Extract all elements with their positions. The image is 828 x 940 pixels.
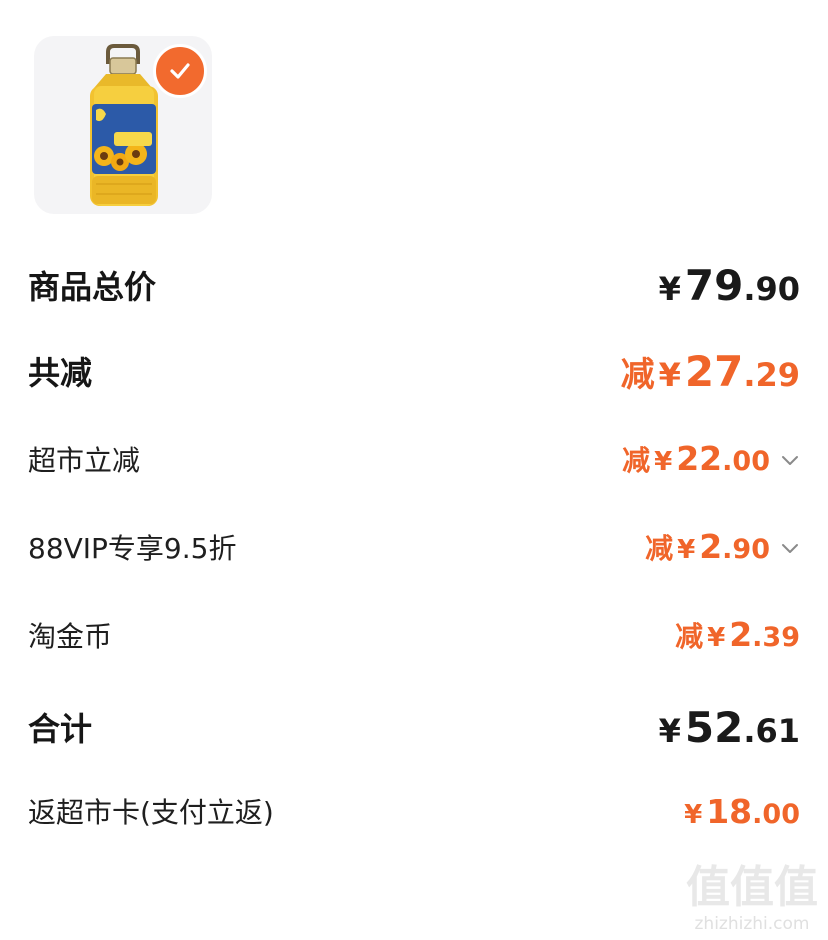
goods-total-amount: ¥ 79 .90 [659,261,800,310]
currency-symbol: ¥ [677,535,696,565]
check-icon [170,63,190,79]
row-label: 88VIP专享9.5折 [28,532,237,565]
supermarket-discount-amount: 减 ¥ 22 .00 [622,439,800,479]
discount-prefix: 减 [675,620,704,653]
currency-symbol: ¥ [658,355,681,394]
amount-integer: 2 [729,615,753,654]
currency-symbol: ¥ [684,799,703,830]
selected-check-badge[interactable] [153,44,207,98]
row-label: 返超市卡(支付立返) [28,796,274,829]
row-label: 合计 [28,710,93,748]
watermark: 值值值 zhizhizhi.com [686,862,818,935]
row-goods-total: 商品总价 ¥ 79 .90 [28,260,800,310]
amount-integer: 52 [684,702,744,752]
amount-integer: 79 [684,260,744,310]
chevron-down-icon[interactable] [780,538,800,558]
currency-symbol: ¥ [658,269,681,308]
row-label: 共减 [28,354,93,392]
row-grand-total: 合计 ¥ 52 .61 [28,700,800,754]
discount-prefix: 减 [620,354,655,395]
row-total-discount: 共减 减 ¥ 27 .29 [28,346,800,396]
amount-decimal: .61 [743,711,800,750]
row-supermarket-discount[interactable]: 超市立减 减 ¥ 22 .00 [28,436,800,482]
amount-integer: 18 [706,791,753,831]
discount-prefix: 减 [645,532,674,565]
amount-integer: 22 [676,439,723,478]
discount-prefix: 减 [622,444,651,477]
watermark-logo: 值值值 [686,862,818,913]
grand-total-amount: ¥ 52 .61 [659,703,800,752]
row-label: 商品总价 [28,268,157,306]
currency-symbol: ¥ [654,447,673,477]
chevron-down-icon[interactable] [780,450,800,470]
currency-symbol: ¥ [707,623,726,653]
row-supermarket-card-rebate: 返超市卡(支付立返) ¥ 18 .00 [28,788,800,834]
amount-integer: 2 [699,527,723,566]
amount-integer: 27 [684,346,744,396]
rebate-amount: ¥ 18 .00 [684,792,800,831]
vip-discount-amount: 减 ¥ 2 .90 [645,527,800,567]
amount-decimal: .00 [722,446,770,477]
taojinbi-discount-amount: 减 ¥ 2 .39 [675,615,800,655]
amount-decimal: .39 [752,622,800,653]
watermark-url: zhizhizhi.com [694,914,810,934]
total-discount-amount: 减 ¥ 27 .29 [621,347,800,396]
amount-decimal: .90 [722,534,770,565]
row-label: 超市立减 [28,444,141,477]
currency-symbol: ¥ [658,711,681,750]
row-taojinbi-discount: 淘金币 减 ¥ 2 .39 [28,612,800,658]
row-label: 淘金币 [28,620,113,653]
row-88vip-discount[interactable]: 88VIP专享9.5折 减 ¥ 2 .90 [28,524,800,570]
amount-decimal: .90 [743,269,800,308]
amount-decimal: .00 [752,798,800,830]
amount-decimal: .29 [743,355,800,394]
